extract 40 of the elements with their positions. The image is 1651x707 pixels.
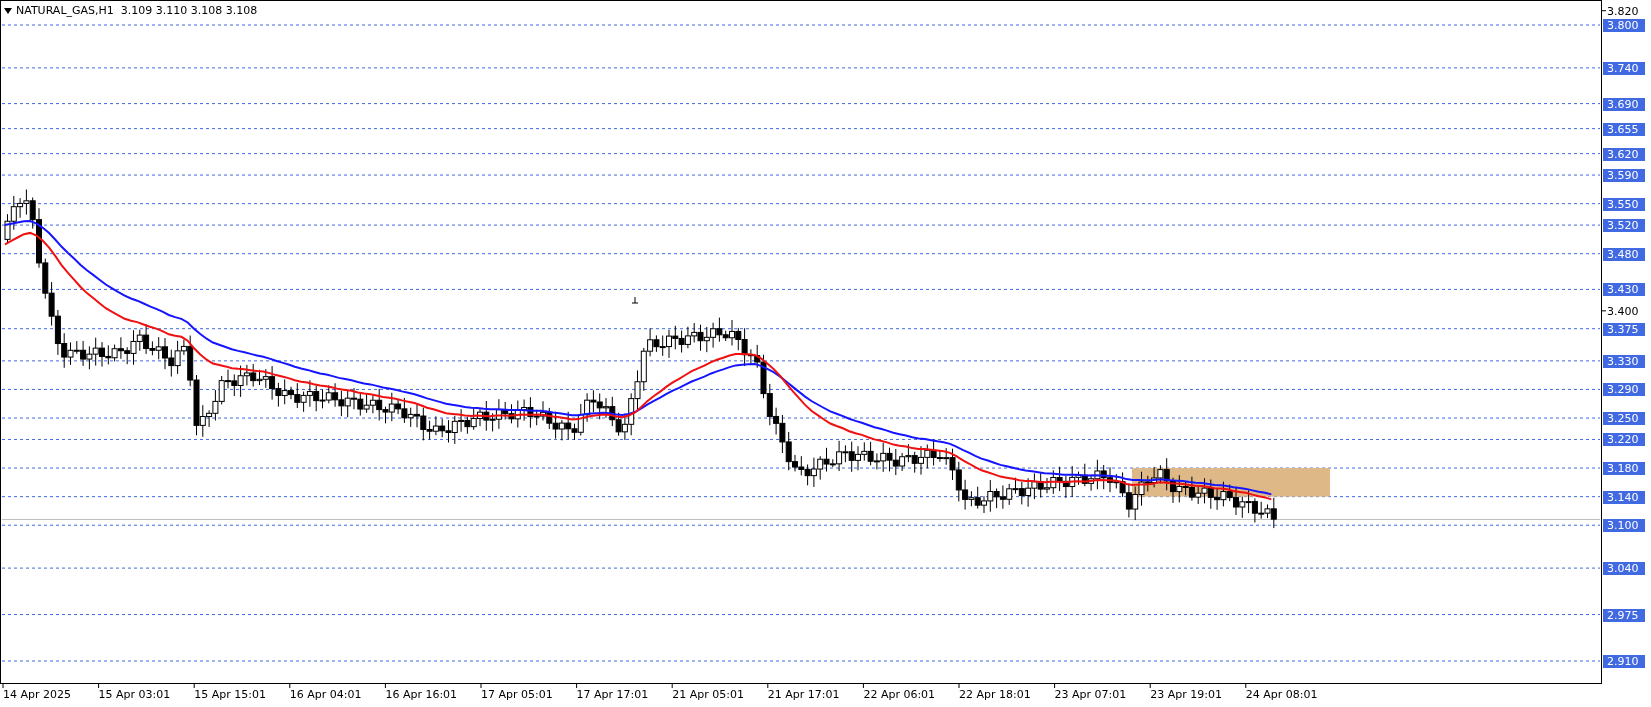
level-label: 2.975 <box>1603 608 1645 622</box>
level-label: 3.330 <box>1603 354 1645 368</box>
level-label: 3.290 <box>1603 383 1645 397</box>
time-label: 22 Apr 18:01 <box>959 688 1031 701</box>
level-label: 3.180 <box>1603 462 1645 476</box>
marker-icon <box>631 296 639 304</box>
level-label: 3.620 <box>1603 147 1645 161</box>
menu-triangle-icon[interactable] <box>4 8 12 15</box>
price-scale-label: 3.820 <box>1607 4 1639 18</box>
level-label: 3.590 <box>1603 169 1645 183</box>
level-label: 2.910 <box>1603 655 1645 668</box>
level-label: 3.250 <box>1603 412 1645 425</box>
level-label: 3.550 <box>1603 197 1645 211</box>
time-label: 24 Apr 08:01 <box>1245 688 1318 701</box>
time-label: 15 Apr 15:01 <box>194 688 266 701</box>
time-label: 14 Apr 2025 <box>3 688 71 701</box>
time-label: 23 Apr 07:01 <box>1054 688 1127 701</box>
level-label: 3.375 <box>1603 322 1645 336</box>
chart-title: NATURAL_GAS,H1 3.109 3.110 3.108 3.108 <box>16 3 258 19</box>
time-label: 23 Apr 19:01 <box>1150 688 1222 701</box>
level-label: 3.430 <box>1603 283 1645 297</box>
time-label: 17 Apr 17:01 <box>576 688 649 701</box>
level-label: 3.655 <box>1603 122 1645 136</box>
level-label: 3.690 <box>1603 97 1645 111</box>
time-label: 21 Apr 17:01 <box>767 688 840 701</box>
time-label: 16 Apr 04:01 <box>289 688 362 701</box>
time-label: 17 Apr 05:01 <box>481 688 553 701</box>
level-label: 3.520 <box>1603 219 1645 233</box>
level-label: 3.220 <box>1603 433 1645 447</box>
level-label: 3.740 <box>1603 61 1645 75</box>
level-label: 3.040 <box>1603 562 1645 576</box>
time-label: 22 Apr 06:01 <box>863 688 936 701</box>
time-label: 21 Apr 05:01 <box>672 688 744 701</box>
level-label: 3.480 <box>1603 247 1645 261</box>
level-label: 3.100 <box>1603 519 1645 533</box>
level-label: 3.140 <box>1603 490 1645 504</box>
time-label: 16 Apr 16:01 <box>385 688 458 701</box>
time-label: 15 Apr 03:01 <box>98 688 171 701</box>
price-scale-label: 3.400 <box>1607 304 1639 318</box>
level-label: 3.800 <box>1603 19 1645 32</box>
